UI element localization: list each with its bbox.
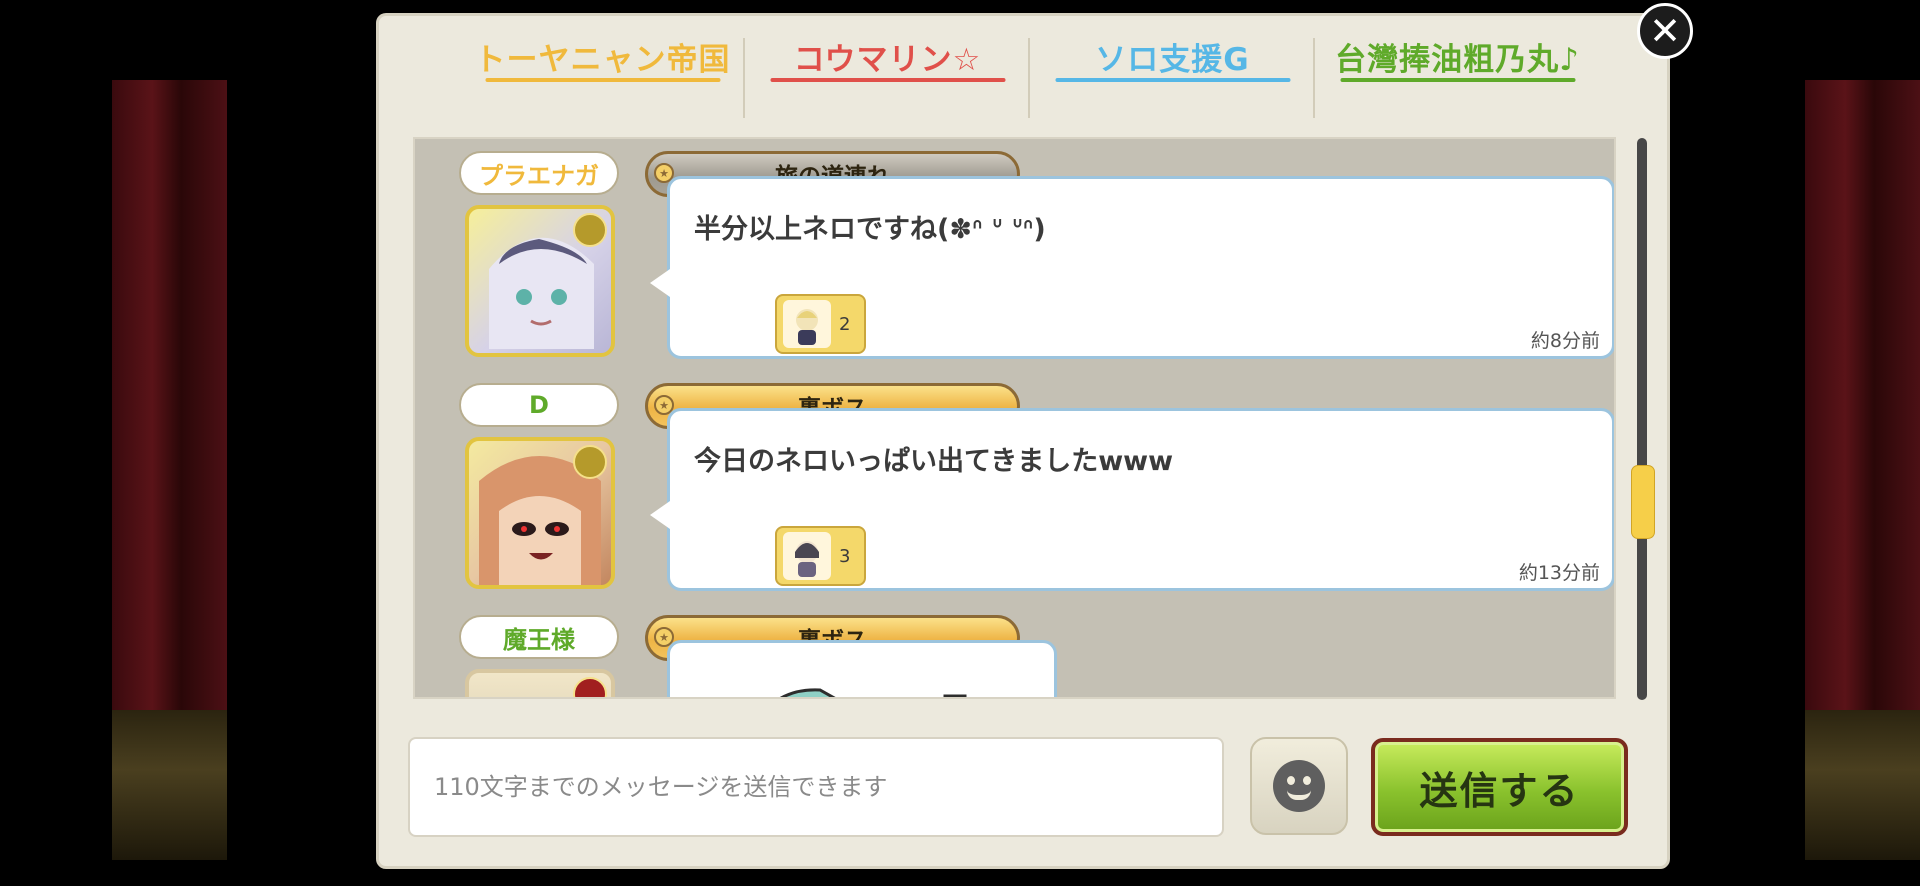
sticker-icon [783,532,831,580]
message-bubble: 半分以上ネロですね(✽ᐢ ᐡ ᐡᐢ) 2 約8分前 [650,176,1614,359]
tab-3-underline [1340,78,1575,82]
tab-3-label: 台灣捧油粗乃丸♪ [1335,42,1580,78]
tab-2-label: ソロ支援G [1095,42,1250,78]
reaction-stamp[interactable]: 2 [775,294,866,354]
message-bubble [667,640,1057,697]
reaction-count: 3 [839,545,851,567]
tab-1-label: コウマリン☆ [793,42,982,78]
tab-0-underline [485,78,720,82]
emoji-button[interactable] [1250,737,1348,835]
stage-curtain-right [1805,80,1920,860]
sender-name[interactable]: プラエナガ [459,151,619,195]
scrollbar-thumb[interactable] [1631,465,1655,539]
message-timestamp: 約8分前 [1530,330,1600,352]
face-icon [1273,760,1325,812]
tab-2-underline [1055,78,1290,82]
tab-1-underline [770,78,1005,82]
avatar[interactable] [465,205,615,357]
message-text: 今日のネロいっぱい出てきましたwww [694,446,1174,477]
rank-badge-icon [573,213,607,247]
guild-tabs: トーヤニャン帝国 コウマリン☆ ソロ支援G 台灣捧油粗乃丸♪ [460,26,1600,120]
stage-curtain-left [112,80,227,860]
sticker-image [779,688,967,697]
reaction-count: 2 [839,313,851,335]
send-button[interactable]: 送信する [1371,738,1628,836]
rank-badge-icon [573,677,607,697]
sender-name[interactable]: 魔王様 [459,615,619,659]
message-text: 半分以上ネロですね(✽ᐢ ᐡ ᐡᐢ) [694,214,1046,245]
tab-2[interactable]: ソロ支援G [1030,26,1315,120]
close-button[interactable]: ✕ [1637,3,1693,59]
avatar[interactable] [465,669,615,697]
reaction-stamp[interactable]: 3 [775,526,866,586]
message-bubble: 今日のネロいっぱい出てきましたwww 3 約13分前 [650,408,1614,591]
tab-0-label: トーヤニャン帝国 [474,42,731,78]
tab-1[interactable]: コウマリン☆ [745,26,1030,120]
scrollbar-track[interactable] [1637,138,1647,700]
message-timestamp: 約13分前 [1518,562,1600,584]
message-input[interactable] [410,739,1222,835]
tab-3[interactable]: 台灣捧油粗乃丸♪ [1315,26,1600,120]
sender-name[interactable]: D [459,383,619,427]
message-list[interactable]: プラエナガ ★ 旅の道連れ 半分以上ネロですね(✽ᐢ ᐡ ᐡᐢ) 2 約 [413,137,1616,699]
message-input-box [408,737,1224,837]
tab-0[interactable]: トーヤニャン帝国 [460,26,745,120]
rank-badge-icon [573,445,607,479]
close-icon: ✕ [1649,9,1681,53]
avatar[interactable] [465,437,615,589]
sticker-icon [783,300,831,348]
